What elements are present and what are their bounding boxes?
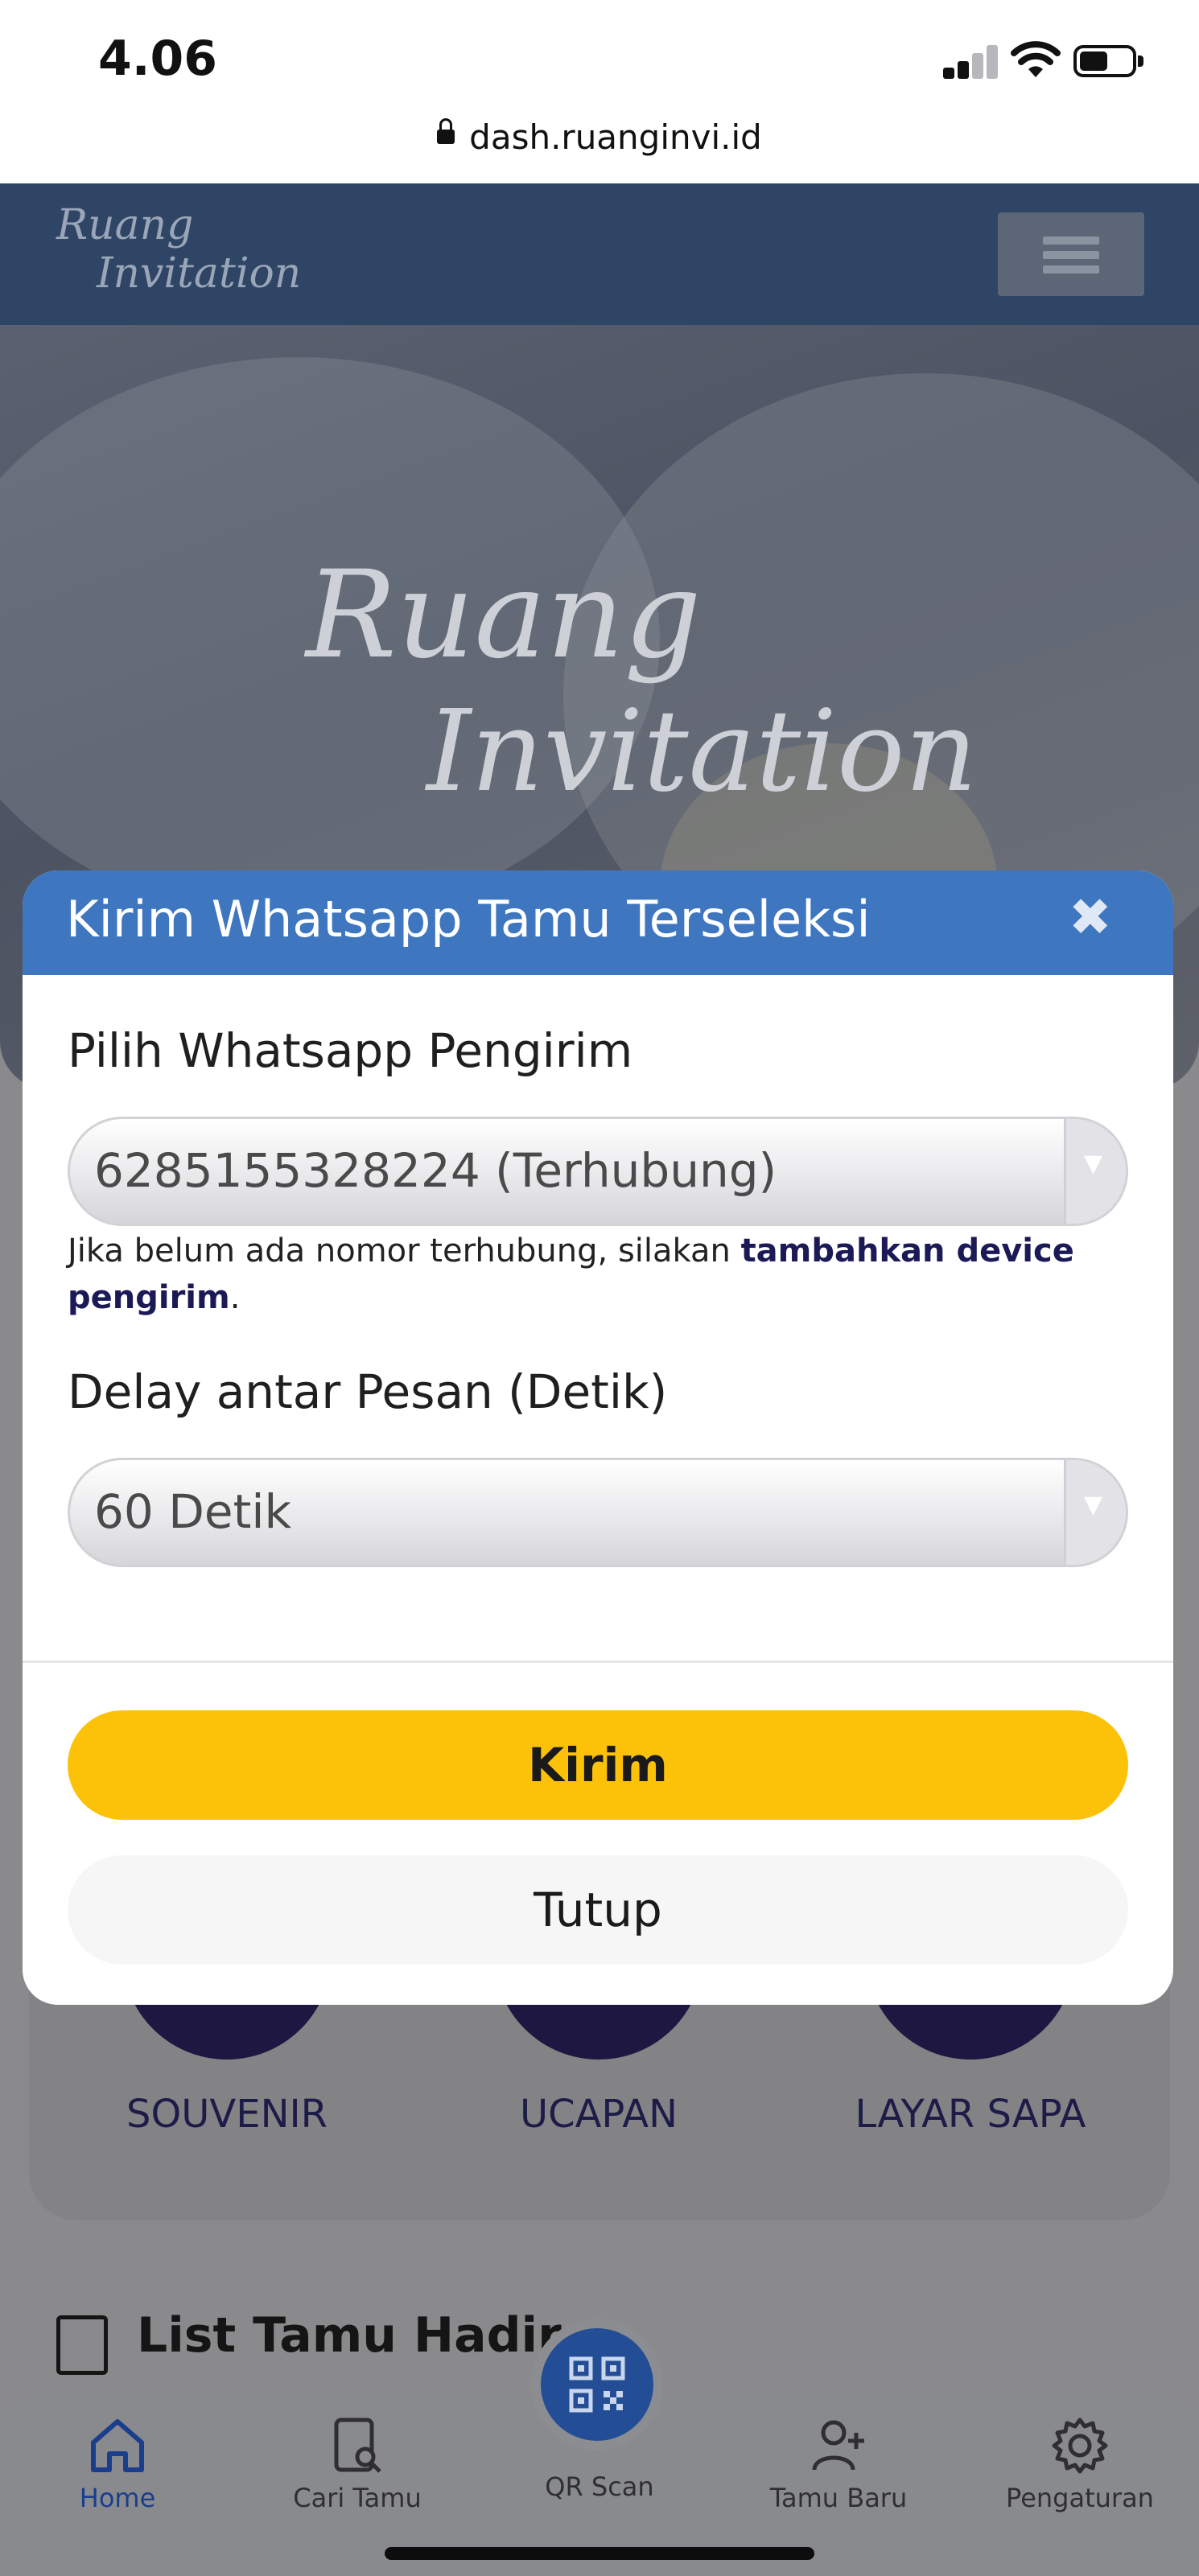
chevron-down-icon: ▼ [1064,1119,1126,1224]
hamburger-line [1043,237,1099,245]
sender-select-value: 6285155328224 (Terhubung) [94,1143,777,1198]
menu-item-ucapan[interactable]: UCAPAN [454,2092,744,2137]
list-tamu-hadir-title: List Tamu Hadir [137,2307,562,2364]
nav-home-label: Home [79,2483,156,2513]
nav-home[interactable]: Home [21,2413,214,2513]
nav-cari-tamu[interactable]: Cari Tamu [261,2413,454,2513]
modal-close-icon[interactable]: ✖ [1069,888,1112,948]
battery-icon [1073,45,1146,79]
sender-label: Pilih Whatsapp Pengirim [68,1023,633,1078]
nav-tamu-baru[interactable]: Tamu Baru [742,2413,935,2513]
status-time: 4.06 [98,31,218,87]
hamburger-menu-button[interactable] [998,212,1144,296]
hero-brand-logo: Ruang Invitation [306,547,978,821]
nav-tamu-baru-label: Tamu Baru [769,2483,908,2513]
nav-cari-tamu-label: Cari Tamu [293,2483,422,2513]
nav-pengaturan-label: Pengaturan [1006,2483,1154,2513]
add-user-icon [812,2420,864,2471]
modal-title: Kirim Whatsapp Tamu Terseleksi [66,890,871,949]
hero-brand-line1: Ruang [306,545,702,685]
sender-select[interactable]: 6285155328224 (Terhubung) ▼ [68,1117,1128,1226]
hamburger-line [1043,251,1099,259]
qr-scan-button[interactable] [541,2328,653,2441]
hint-prefix: Jika belum ada nomor terhubung, silakan [68,1232,741,1269]
wifi-icon [1011,41,1061,77]
url-text: dash.ruanginvi.id [469,117,762,157]
chevron-down-icon: ▼ [1064,1460,1126,1565]
cellular-signal-icon [943,43,999,79]
nav-pengaturan[interactable]: Pengaturan [983,2413,1176,2513]
brand-logo-line2: Invitation [97,249,302,298]
home-icon [91,2419,144,2472]
menu-item-souvenir[interactable]: SOUVENIR [82,2092,372,2137]
qr-list-icon [56,2315,108,2375]
brand-logo[interactable]: Ruang Invitation [56,201,301,298]
tutup-button[interactable]: Tutup [68,1855,1128,1965]
send-whatsapp-modal: Kirim Whatsapp Tamu Terseleksi ✖ Pilih W… [23,870,1173,2005]
delay-select[interactable]: 60 Detik ▼ [68,1458,1128,1567]
hint-suffix: . [229,1279,241,1316]
kirim-button[interactable]: Kirim [68,1710,1128,1820]
delay-label: Delay antar Pesan (Detik) [68,1364,668,1419]
home-indicator [385,2547,814,2560]
hamburger-line [1043,265,1099,274]
delay-select-value: 60 Detik [94,1484,292,1539]
qr-code-icon [569,2356,625,2413]
lock-icon [437,117,455,144]
menu-item-layar-sapa[interactable]: LAYAR SAPA [826,2092,1115,2137]
brand-logo-line1: Ruang [56,201,194,249]
hero-brand-line2: Invitation [426,686,978,817]
nav-qr-scan-label[interactable]: QR Scan [499,2471,700,2502]
address-bar[interactable]: dash.ruanginvi.id [0,117,1199,157]
modal-divider [23,1660,1173,1663]
search-guest-icon [334,2418,381,2473]
gear-icon [1052,2418,1108,2474]
sender-hint: Jika belum ada nomor terhubung, silakan … [68,1228,1130,1321]
